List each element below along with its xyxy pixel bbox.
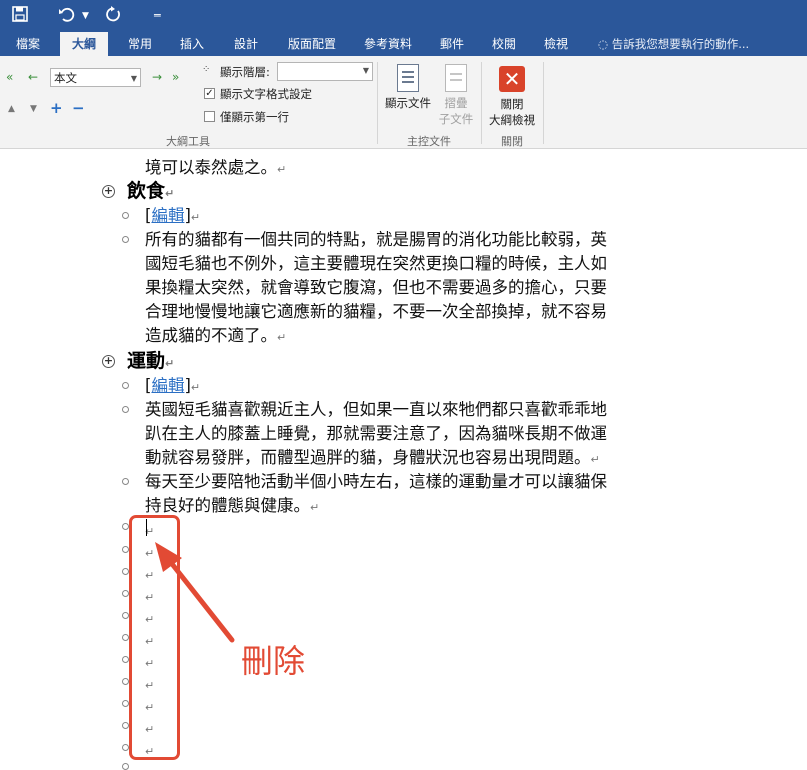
show-document-icon (397, 64, 419, 92)
promote-to-heading-icon[interactable]: « (6, 70, 13, 84)
edit-link-para[interactable]: [編輯]↵ (145, 375, 200, 399)
paragraph-exercise-line[interactable]: 每天至少要陪牠活動半個小時左右，這樣的運動量才可以讓貓保 (145, 471, 607, 493)
tab-references[interactable]: 參考資料 (356, 32, 420, 56)
edit-link[interactable]: 編輯 (151, 206, 184, 225)
save-icon[interactable] (12, 6, 28, 26)
collapse-subdocuments-label-1: 摺疊 (444, 96, 468, 110)
heading-diet[interactable]: 飲食↵ (127, 179, 174, 206)
edit-link[interactable]: 編輯 (151, 376, 184, 395)
group-divider (377, 62, 378, 144)
tab-home[interactable]: 常用 (116, 32, 164, 56)
empty-bullet-icon[interactable] (122, 656, 129, 663)
demote-to-body-icon[interactable]: » (172, 70, 179, 84)
show-text-format-label: 顯示文字格式設定 (220, 87, 312, 101)
chevron-down-icon: ▼ (362, 66, 369, 75)
tab-file[interactable]: 檔案 (8, 32, 48, 56)
customize-quick-access-icon[interactable]: ═ (154, 6, 161, 26)
show-text-format-checkbox[interactable]: ✓ (204, 88, 215, 99)
heading-exercise[interactable]: 運動↵ (127, 349, 174, 376)
collapse-subdocuments-label-2: 子文件 (438, 112, 474, 126)
tab-review[interactable]: 校閱 (484, 32, 524, 56)
promote-icon[interactable]: ← (28, 70, 38, 84)
close-outline-label-2: 大綱檢視 (489, 113, 535, 127)
tab-outline[interactable]: 大綱 (60, 32, 108, 56)
annotation-highlight-box (129, 515, 180, 760)
empty-bullet-icon[interactable] (122, 678, 129, 685)
empty-bullet-icon[interactable] (122, 744, 129, 751)
undo-icon[interactable] (58, 6, 76, 26)
empty-bullet-icon[interactable] (122, 700, 129, 707)
chevron-down-icon: ▼ (130, 74, 137, 83)
empty-bullet-icon[interactable] (122, 590, 129, 597)
empty-bullet-icon[interactable] (122, 568, 129, 575)
empty-bullet-icon[interactable] (122, 523, 129, 530)
close-outline-view-button[interactable]: ✕ 關閉 大綱檢視 (484, 66, 540, 128)
show-level-icon: ⁘ (202, 64, 211, 75)
expand-heading-icon[interactable]: + (102, 355, 115, 368)
outline-tools-group-label: 大綱工具 (166, 135, 210, 148)
collapse-icon[interactable]: − (72, 99, 85, 117)
collapse-subdocuments-icon (445, 64, 467, 92)
close-group-label: 關閉 (501, 135, 523, 148)
move-up-icon[interactable]: ▲ (8, 104, 15, 114)
show-document-button[interactable]: 顯示文件 (382, 64, 434, 111)
paragraph-diet-line[interactable]: 合理地慢慢地讓它適應新的貓糧，不要一次全部換掉，就不容易 (145, 301, 607, 323)
show-level-label: 顯示階層: (220, 65, 270, 79)
outline-level-value: 本文 (54, 71, 77, 85)
ribbon: « ← 本文 ▼ → » ▲ ▼ + − ⁘ 顯示階層: ▼ ✓ 顯示文字格式設… (0, 56, 807, 149)
tab-insert[interactable]: 插入 (168, 32, 216, 56)
show-level-select[interactable]: ▼ (277, 62, 373, 81)
lightbulb-icon: ◌ (598, 37, 609, 51)
show-document-label: 顯示文件 (385, 96, 431, 110)
tab-mailings[interactable]: 郵件 (432, 32, 472, 56)
body-text-line[interactable]: 境可以泰然處之。↵ (145, 157, 286, 181)
body-bullet-icon[interactable] (122, 478, 129, 485)
tab-view[interactable]: 檢視 (536, 32, 576, 56)
collapse-subdocuments-button[interactable]: 摺疊 子文件 (436, 64, 476, 127)
master-document-group-label: 主控文件 (407, 135, 451, 148)
body-bullet-icon[interactable] (122, 382, 129, 389)
show-first-line-label: 僅顯示第一行 (220, 110, 289, 124)
paragraph-diet-line[interactable]: 果換糧太突然，就會導致它腹瀉，但也不需要過多的擔心，只要 (145, 277, 607, 299)
tell-me-text: 告訴我您想要執行的動作... (611, 37, 750, 51)
body-bullet-icon[interactable] (122, 212, 129, 219)
paragraph-exercise-line[interactable]: 動就容易發胖，而體型過胖的貓，身體狀況也容易出現問題。↵ (145, 447, 600, 471)
tab-layout[interactable]: 版面配置 (280, 32, 344, 56)
edit-link-para[interactable]: [編輯]↵ (145, 205, 200, 229)
paragraph-exercise-line[interactable]: 趴在主人的膝蓋上睡覺，那就需要注意了，因為貓咪長期不做運 (145, 423, 607, 445)
empty-bullet-icon[interactable] (122, 612, 129, 619)
close-icon: ✕ (499, 66, 525, 92)
demote-icon[interactable]: → (152, 70, 162, 84)
expand-icon[interactable]: + (50, 99, 63, 117)
body-bullet-icon[interactable] (122, 236, 129, 243)
close-outline-label-1: 關閉 (500, 97, 524, 111)
empty-bullet-icon[interactable] (122, 546, 129, 553)
group-divider (543, 62, 544, 144)
body-bullet-icon[interactable] (122, 406, 129, 413)
outline-level-select[interactable]: 本文 ▼ (50, 68, 141, 87)
paragraph-diet-line[interactable]: 國短毛貓也不例外，這主要體現在突然更換口糧的時候，主人如 (145, 253, 607, 275)
redo-icon[interactable] (106, 6, 122, 26)
tab-design[interactable]: 設計 (222, 32, 270, 56)
paragraph-diet-line[interactable]: 所有的貓都有一個共同的特點，就是腸胃的消化功能比較弱，英 (145, 229, 607, 251)
empty-bullet-icon[interactable] (122, 722, 129, 729)
move-down-icon[interactable]: ▼ (30, 104, 37, 114)
ribbon-tabs: 檔案 大綱 常用 插入 設計 版面配置 參考資料 郵件 校閱 檢視 ◌ 告訴我您… (0, 32, 807, 56)
annotation-label: 刪除 (241, 642, 306, 680)
expand-heading-icon[interactable]: + (102, 185, 115, 198)
empty-bullet-icon[interactable] (122, 634, 129, 641)
undo-dropdown-icon[interactable]: ▼ (82, 6, 89, 26)
title-bar: ▼ ═ (0, 0, 807, 32)
tell-me-box[interactable]: ◌ 告訴我您想要執行的動作... (598, 32, 749, 56)
show-first-line-checkbox[interactable] (204, 111, 215, 122)
group-divider (481, 62, 482, 144)
paragraph-exercise-line[interactable]: 英國短毛貓喜歡親近主人，但如果一直以來牠們都只喜歡乖乖地 (145, 399, 607, 421)
paragraph-diet-line[interactable]: 造成貓的不適了。↵ (145, 325, 286, 349)
